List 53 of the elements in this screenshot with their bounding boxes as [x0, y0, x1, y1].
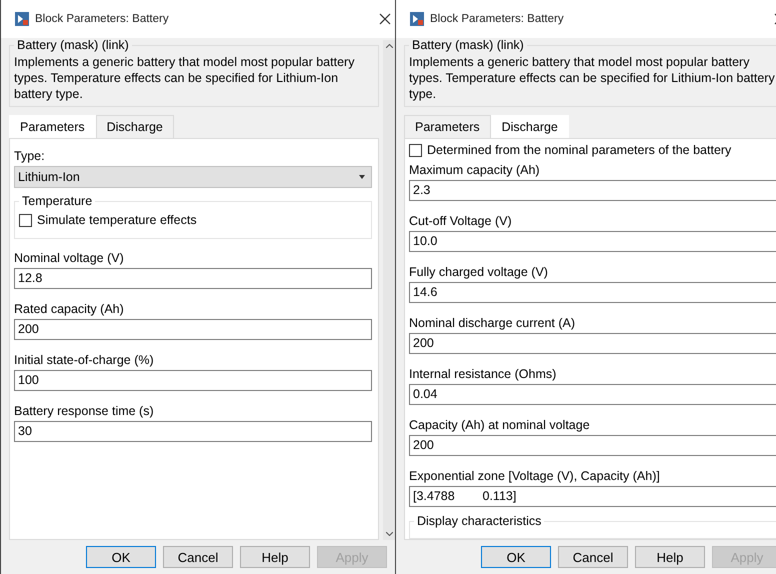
close-icon[interactable]	[379, 13, 391, 25]
dialog-button[interactable]: OK	[481, 546, 551, 568]
input-field[interactable]: 200	[409, 435, 776, 456]
input-field[interactable]: 14.6	[409, 282, 776, 303]
field-label: Fully charged voltage (V)	[409, 264, 549, 281]
window-title: Block Parameters: Battery	[35, 13, 170, 25]
field-label: Type:	[14, 148, 46, 165]
input-field[interactable]: 30	[14, 421, 372, 442]
window-title: Block Parameters: Battery	[430, 13, 565, 25]
group-title: Display characteristics	[416, 514, 542, 528]
input-field[interactable]: 12.8	[14, 268, 372, 289]
dialog-button[interactable]: Cancel	[163, 546, 233, 568]
field-label: Cut-off Voltage (V)	[409, 213, 513, 230]
field-label: Capacity (Ah) at nominal voltage	[409, 417, 591, 434]
tab[interactable]: Discharge	[490, 115, 569, 138]
group-title: Temperature	[21, 194, 94, 208]
field-label: Nominal discharge current (A)	[409, 315, 576, 332]
tab[interactable]: Parameters	[404, 115, 491, 138]
checkbox-label: Simulate temperature effects	[37, 213, 197, 227]
field-label: Exponential zone [Voltage (V), Capacity (Ah)]	[409, 468, 661, 485]
input-field[interactable]: 10.0	[409, 231, 776, 252]
dialog-button[interactable]: Cancel	[558, 546, 628, 568]
scrollbar[interactable]	[383, 40, 395, 540]
input-field[interactable]: 0.04	[409, 384, 776, 405]
field-label: Rated capacity (Ah)	[14, 301, 125, 318]
tab[interactable]: Discharge	[96, 115, 174, 138]
field-label: Battery response time (s)	[14, 403, 155, 420]
block-description: Implements a generic battery that model most popular battery types. Temperature effects can be specified for Lithium-Ion battery type.	[14, 54, 356, 102]
checkbox[interactable]	[409, 144, 422, 156]
input-field[interactable]: 2.3	[409, 180, 776, 201]
dialog-button[interactable]: OK	[86, 546, 156, 568]
scroll-up-icon[interactable]	[386, 44, 392, 48]
checkbox[interactable]	[19, 214, 32, 226]
type-dropdown[interactable]: Lithium-Ion	[14, 166, 372, 188]
input-field[interactable]: 200	[409, 333, 776, 354]
checkbox-label: Determined from the nominal parameters of the battery	[427, 143, 732, 157]
app-icon	[15, 12, 29, 26]
block-title: Battery (mask) (link)	[411, 38, 525, 52]
block-description: Implements a generic battery that model most popular battery types. Temperature effects can be specified for Lithium-Ion battery type.	[409, 54, 776, 102]
field-label: Nominal voltage (V)	[14, 250, 125, 267]
input-field[interactable]: [3.4788 0.113]	[409, 486, 776, 507]
field-label: Internal resistance (Ohms)	[409, 366, 558, 383]
tab[interactable]: Parameters	[9, 115, 96, 138]
input-field[interactable]: 100	[14, 370, 372, 391]
block-title: Battery (mask) (link)	[16, 38, 130, 52]
scroll-down-icon[interactable]	[386, 532, 392, 536]
dropdown-arrow-icon	[359, 175, 365, 179]
field-label: Maximum capacity (Ah)	[409, 162, 541, 179]
field-label: Initial state-of-charge (%)	[14, 352, 155, 369]
app-icon	[410, 12, 424, 26]
dialog-button[interactable]: Help	[240, 546, 310, 568]
input-field[interactable]: 200	[14, 319, 372, 340]
dialog-button[interactable]: Help	[635, 546, 705, 568]
